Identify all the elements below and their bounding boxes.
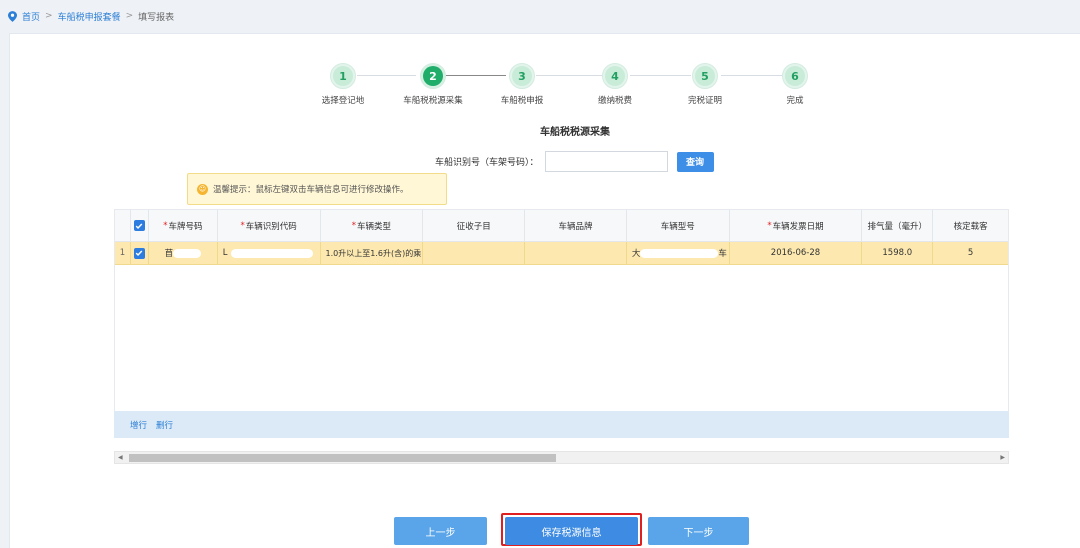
- step-3: 3 车船税申报: [477, 63, 567, 106]
- redaction-mask: [230, 248, 313, 258]
- smile-icon: ☺: [197, 183, 208, 195]
- col-header-sub-item[interactable]: 征收子目: [423, 210, 526, 241]
- section-title: 车船税税源采集: [540, 127, 610, 138]
- col-header-displacement[interactable]: 排气量（毫升）: [862, 210, 934, 241]
- col-header-passengers[interactable]: 核定载客: [933, 210, 1008, 241]
- col-header-invoice-date[interactable]: * 车辆发票日期: [730, 210, 863, 241]
- breadcrumb-current: 填写报表: [138, 12, 175, 23]
- cell-displacement[interactable]: 1598.0: [862, 242, 934, 264]
- vin-search-input[interactable]: [544, 151, 668, 172]
- prev-step-button[interactable]: 上一步: [394, 517, 487, 545]
- step-label: 完成: [786, 96, 804, 106]
- step-number: 1: [333, 66, 353, 86]
- scroll-right-icon[interactable]: ▶: [1000, 454, 1005, 461]
- step-number: 5: [695, 66, 715, 86]
- hint-banner: ☺ 温馨提示：鼠标左键双击车辆信息可进行修改操作。: [187, 173, 447, 205]
- step-1: 1 选择登记地: [298, 63, 388, 106]
- col-header-model[interactable]: 车辆型号: [627, 210, 730, 241]
- table-row[interactable]: 1 苜 L 1.0升以上至1.6升(含)的乘 大车 2016-06-28 159…: [115, 242, 1008, 265]
- step-label: 完税证明: [687, 96, 722, 106]
- row-number: 1: [115, 242, 131, 264]
- cell-vin[interactable]: L: [218, 242, 321, 264]
- step-number: 2: [423, 66, 443, 86]
- scrollbar-thumb[interactable]: [129, 454, 556, 462]
- row-checkbox[interactable]: [133, 247, 145, 259]
- vin-search-label: 车船识别号（车架号码）：: [435, 158, 539, 168]
- grid-toolbar: 增行 删行: [114, 411, 1009, 438]
- redaction-mask: [640, 248, 719, 258]
- next-step-button[interactable]: 下一步: [648, 517, 749, 545]
- cell-plate[interactable]: 苜: [149, 242, 218, 264]
- step-6: 6 完成: [750, 63, 840, 106]
- cell-invoice-date[interactable]: 2016-06-28: [730, 242, 863, 264]
- rownum-header: [115, 210, 131, 241]
- main-panel: 1 选择登记地 2 车船税税源采集 3 车船税申报 4 缴纳税费 5 完税证明 …: [9, 33, 1080, 548]
- location-pin-icon: [8, 10, 17, 22]
- scroll-left-icon[interactable]: ◀: [118, 454, 123, 461]
- step-number: 4: [605, 66, 625, 86]
- cell-sub-item[interactable]: [423, 242, 526, 264]
- select-all-checkbox[interactable]: [133, 220, 145, 231]
- row-select-cell: [131, 242, 149, 264]
- breadcrumb-parent-link[interactable]: 车船税申报套餐: [58, 10, 121, 23]
- cell-passengers[interactable]: 5: [933, 242, 1008, 264]
- breadcrumb-separator: >: [45, 11, 53, 21]
- cell-brand[interactable]: [525, 242, 627, 264]
- step-2-active: 2 车船税税源采集: [388, 63, 478, 106]
- step-number: 6: [785, 66, 805, 86]
- query-button[interactable]: 查询: [676, 151, 714, 172]
- step-label: 选择登记地: [321, 96, 365, 106]
- breadcrumb: 首页 > 车船税申报套餐 > 填写报表: [8, 8, 174, 24]
- breadcrumb-separator: >: [125, 11, 134, 21]
- cell-vehicle-type[interactable]: 1.0升以上至1.6升(含)的乘: [321, 242, 424, 264]
- step-progress: 1 选择登记地 2 车船税税源采集 3 车船税申报 4 缴纳税费 5 完税证明 …: [10, 63, 1080, 115]
- grid-header: * 车牌号码 * 车辆识别代码 * 车辆类型 征收子目 车辆品牌 车辆型号 * 车辆发票…: [115, 210, 1008, 242]
- col-header-vin[interactable]: * 车辆识别代码: [218, 210, 321, 241]
- breadcrumb-home-link[interactable]: 首页: [22, 10, 40, 23]
- step-label: 车船税申报: [500, 96, 544, 106]
- select-all-cell: [131, 210, 149, 241]
- step-5: 5 完税证明: [660, 63, 750, 106]
- action-buttons: 上一步 保存税源信息 下一步: [10, 513, 1080, 547]
- delete-row-link[interactable]: 删行: [156, 419, 173, 431]
- save-tax-source-button[interactable]: 保存税源信息: [505, 517, 638, 545]
- step-4: 4 缴纳税费: [570, 63, 660, 106]
- col-header-vehicle-type[interactable]: * 车辆类型: [321, 210, 424, 241]
- hint-text: 温馨提示：鼠标左键双击车辆信息可进行修改操作。: [213, 185, 409, 195]
- col-header-brand[interactable]: 车辆品牌: [525, 210, 627, 241]
- step-number: 3: [512, 66, 532, 86]
- step-label: 缴纳税费: [597, 96, 632, 106]
- cell-model[interactable]: 大车: [627, 242, 730, 264]
- add-row-link[interactable]: 增行: [130, 419, 147, 431]
- col-header-plate[interactable]: * 车牌号码: [149, 210, 218, 241]
- search-row: 车船识别号（车架号码）： 查询: [435, 151, 714, 172]
- redaction-mask: [173, 248, 202, 258]
- horizontal-scrollbar[interactable]: ◀ ▶: [114, 451, 1009, 464]
- vehicle-grid: * 车牌号码 * 车辆识别代码 * 车辆类型 征收子目 车辆品牌 车辆型号 * 车辆发票…: [114, 209, 1009, 436]
- step-label: 车船税税源采集: [403, 96, 463, 106]
